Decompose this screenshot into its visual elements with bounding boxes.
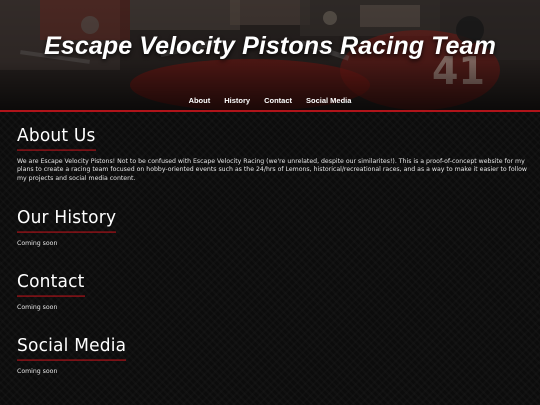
social-media-section: Social Media Coming soon	[17, 335, 127, 376]
history-heading: Our History	[17, 207, 117, 233]
social-media-text: Coming soon	[17, 368, 58, 375]
about-text: We are Escape Velocity Pistons! Not to b…	[17, 158, 527, 182]
main-nav: About History Contact Social Media	[0, 96, 540, 105]
about-heading: About Us	[17, 125, 96, 151]
contact-section: Contact Coming soon	[17, 271, 85, 312]
hero-banner: 41 Escape Velocity Pistons Racing Team A…	[0, 0, 540, 112]
nav-link-contact[interactable]: Contact	[264, 96, 292, 105]
history-text: Coming soon	[17, 240, 58, 247]
contact-heading: Contact	[17, 271, 85, 297]
nav-link-social-media[interactable]: Social Media	[306, 96, 351, 105]
social-media-heading: Social Media	[17, 335, 127, 361]
nav-link-history[interactable]: History	[224, 96, 250, 105]
history-section: Our History Coming soon	[17, 207, 117, 248]
site-title: Escape Velocity Pistons Racing Team	[44, 32, 496, 60]
nav-link-about[interactable]: About	[189, 96, 211, 105]
about-section: About Us We are Escape Velocity Pistons!…	[17, 125, 527, 183]
contact-text: Coming soon	[17, 304, 58, 311]
